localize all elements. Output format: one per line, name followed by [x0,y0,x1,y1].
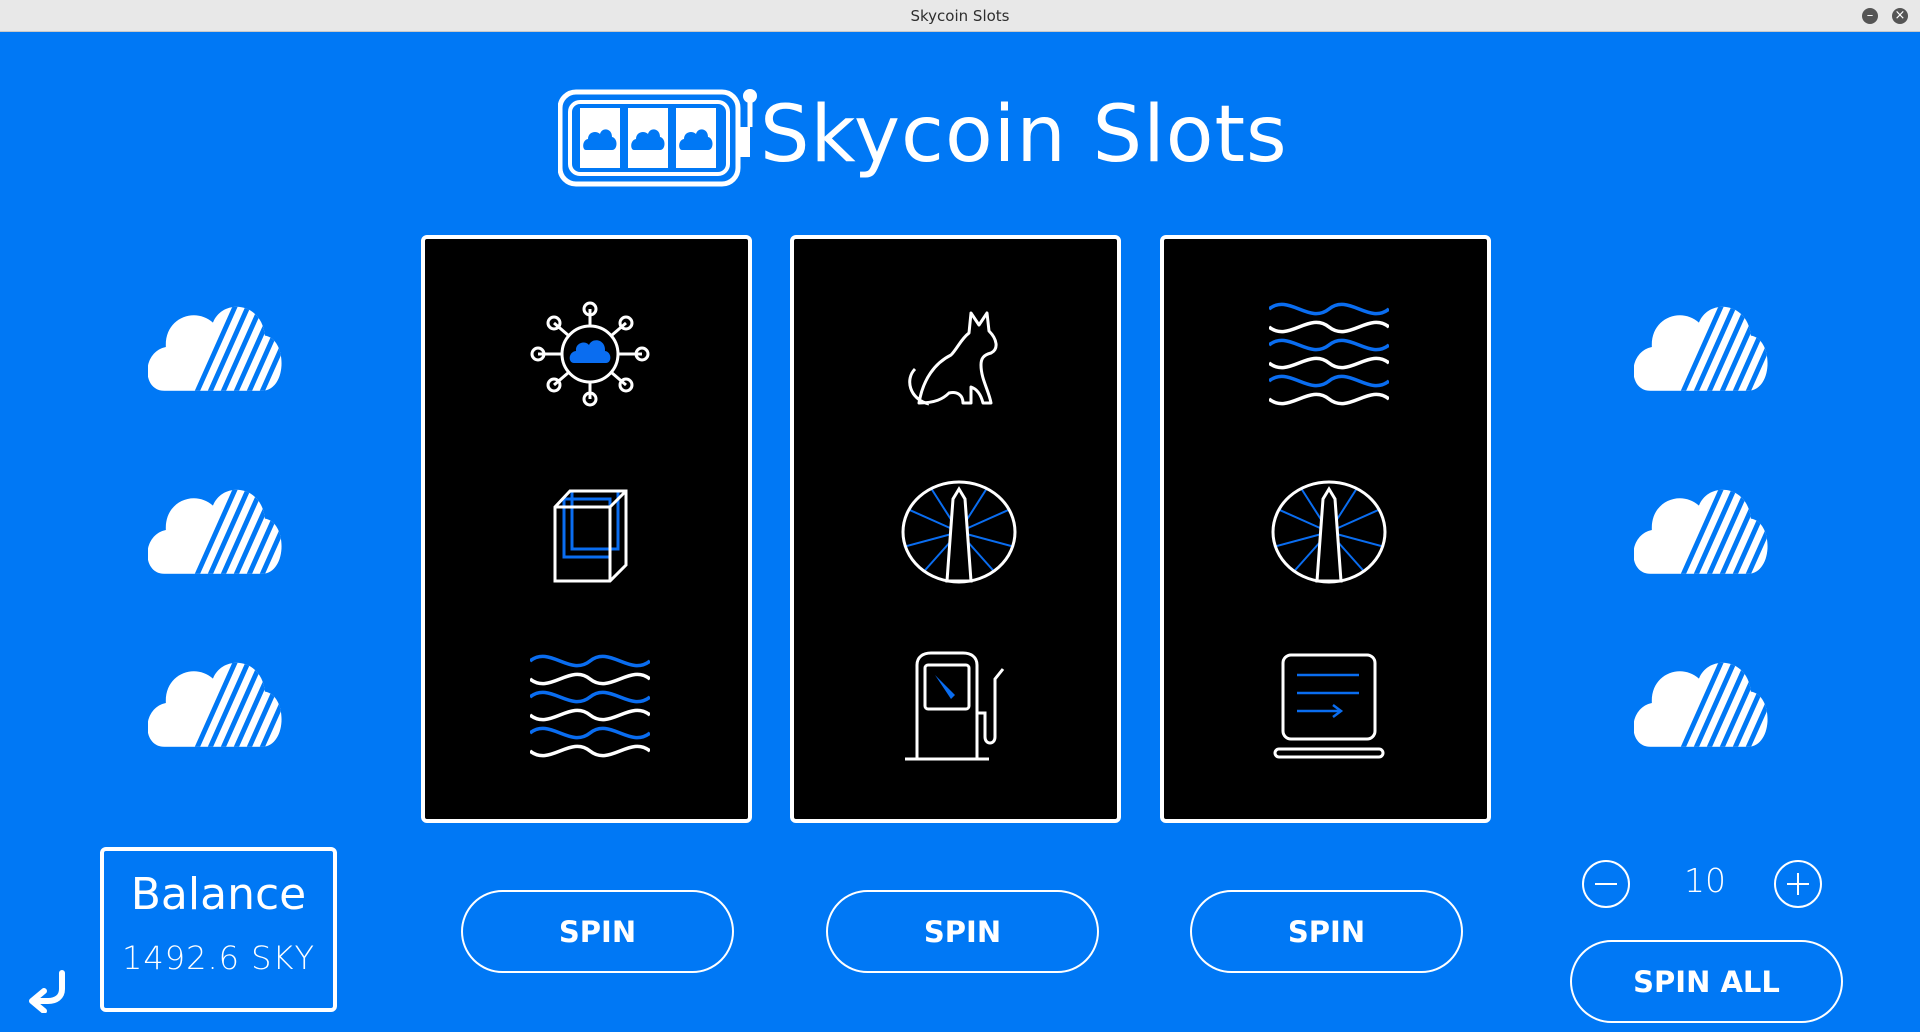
spin-reel-2-button[interactable]: SPIN [826,890,1099,973]
window-titlebar: Skycoin Slots – × [0,0,1920,32]
balance-amount: 1492.6 SKY [122,939,315,977]
window-title: Skycoin Slots [910,7,1010,25]
obelisk-icon [901,480,1017,584]
skycoin-cloud-icon [148,489,282,574]
obelisk-icon [1271,480,1387,584]
reel-3 [1160,235,1491,823]
spin-all-button[interactable]: SPIN ALL [1570,940,1843,1023]
balance-label: Balance [130,869,307,920]
skycoin-cloud-icon [148,306,282,391]
spin-reel-1-button[interactable]: SPIN [461,890,734,973]
waves-icon [530,654,650,758]
cat-icon [908,311,998,406]
spin-reel-3-button[interactable]: SPIN [1190,890,1463,973]
reel-1 [421,235,752,823]
fuel-pump-icon [905,651,1005,761]
skycoin-cloud-icon [148,662,282,747]
close-button[interactable]: × [1892,8,1908,24]
terminal-icon [1273,653,1385,759]
app-title: Skycoin Slots [760,90,1288,180]
cube-icon [553,489,628,583]
skycoin-cloud-icon [1634,306,1768,391]
balance-panel: Balance 1492.6 SKY [100,847,337,1012]
skycoin-cloud-icon [1634,662,1768,747]
back-arrow-icon[interactable] [26,967,72,1013]
minimize-button[interactable]: – [1862,8,1878,24]
waves-icon [1269,302,1389,406]
network-icon [530,301,650,407]
bet-amount: 10 [1684,861,1726,900]
reel-2 [790,235,1121,823]
slots-app: Skycoin Slots SPIN SPIN SPIN Balance 149… [0,32,1920,1032]
skycoin-cloud-icon [1634,489,1768,574]
increase-bet-button[interactable] [1774,860,1822,908]
decrease-bet-button[interactable] [1582,860,1630,908]
